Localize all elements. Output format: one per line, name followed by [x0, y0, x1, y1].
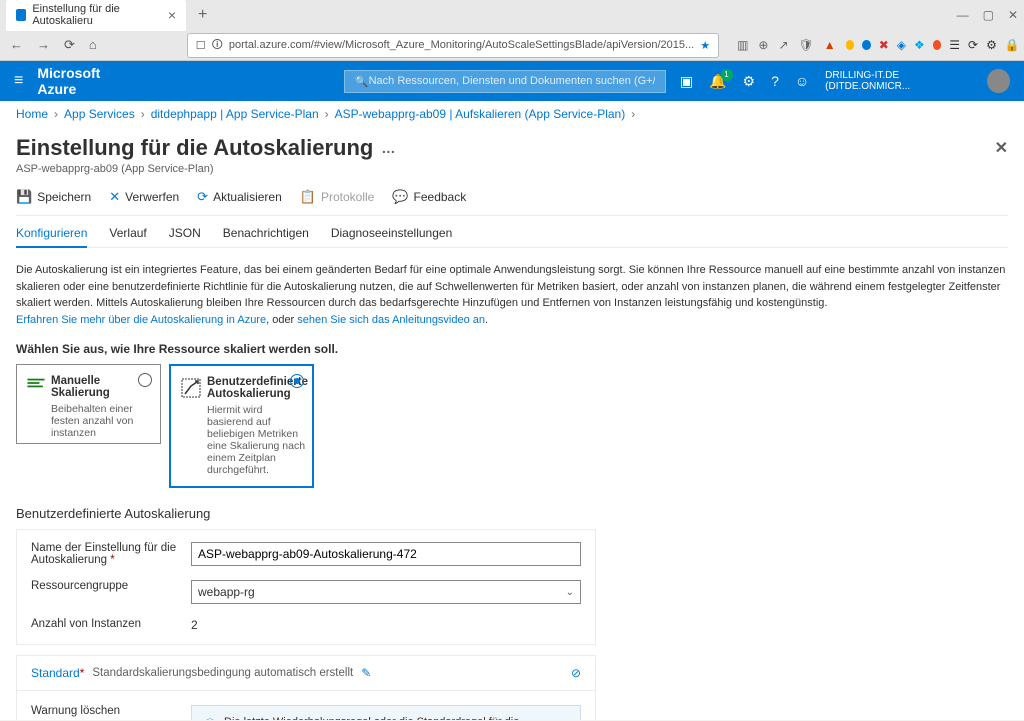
info-icon: ⓘ [204, 716, 216, 720]
choose-label: Wählen Sie aus, wie Ihre Ressource skali… [16, 342, 1008, 356]
info-banner: ⓘ Die letzte Wiederholungsregel oder die… [191, 705, 581, 720]
resource-group-select[interactable]: webapp-rg ⌄ [191, 580, 581, 604]
avatar-icon [987, 69, 1010, 93]
feedback-button[interactable]: 💬Feedback [392, 189, 466, 205]
autoscale-name-input[interactable] [191, 542, 581, 566]
description: Die Autoskalierung ist ein integriertes … [16, 262, 1008, 328]
ext-icon[interactable] [933, 40, 942, 50]
breadcrumb-link[interactable]: Home [16, 107, 48, 121]
logs-button: 📋Protokolle [300, 189, 375, 205]
zoom-icon[interactable]: ⊕ [758, 38, 768, 52]
brand[interactable]: Microsoft Azure [37, 65, 140, 97]
radio-icon [290, 374, 304, 388]
ext-icon[interactable]: ⟳ [968, 38, 978, 52]
radio-icon [138, 373, 152, 387]
address-bar[interactable]: ☐ 🛈 portal.azure.com/#view/Microsoft_Azu… [187, 33, 719, 58]
chevron-down-icon: ⌄ [566, 587, 574, 598]
more-icon[interactable]: … [381, 140, 395, 156]
ext-icon[interactable]: ✖ [879, 38, 889, 52]
tab-notify[interactable]: Benachrichtigen [223, 226, 309, 247]
learn-more-link[interactable]: Erfahren Sie mehr über die Autoskalierun… [16, 314, 266, 326]
ext-icon[interactable]: ❖ [914, 38, 925, 52]
lock-icon[interactable]: 🔒 [1005, 38, 1020, 52]
close-window-icon[interactable]: ✕ [1008, 8, 1018, 22]
close-icon[interactable]: × [168, 7, 176, 23]
max-icon[interactable]: ▢ [983, 8, 994, 22]
save-button[interactable]: 💾Speichern [16, 189, 91, 205]
feedback-icon: 💬 [392, 189, 408, 205]
new-tab-button[interactable]: + [190, 6, 215, 24]
card-title: Manuelle Skalierung [51, 375, 150, 399]
discard-icon: ✕ [109, 189, 120, 205]
logs-icon: 📋 [300, 189, 316, 205]
close-icon[interactable]: ✕ [995, 138, 1008, 158]
settings-icon[interactable]: ⚙ [743, 73, 756, 90]
page-title: Einstellung für die Autoskalierung [16, 135, 373, 161]
ext-icon[interactable]: ⚙ [986, 38, 997, 52]
bars-icon [27, 377, 45, 389]
cloud-shell-icon[interactable]: ▣ [680, 73, 693, 90]
instance-count: 2 [191, 618, 198, 632]
tab-history[interactable]: Verlauf [109, 226, 146, 247]
standard-link[interactable]: Standard* [31, 666, 84, 680]
tab-diagnostics[interactable]: Diagnoseeinstellungen [331, 226, 452, 247]
account-menu[interactable]: DRILLING-IT.DE (DITDE.ONMICR... [825, 69, 1010, 93]
ext-icon[interactable]: ☰ [949, 38, 960, 52]
site-info-icon[interactable]: 🛈 [212, 36, 223, 55]
ext-icon[interactable]: ◈ [897, 38, 906, 52]
menu-icon[interactable]: ≡ [14, 72, 23, 90]
reload-icon[interactable]: ⟳ [64, 37, 75, 53]
shield-icon[interactable]: 🛡 [799, 38, 814, 52]
tab-bar: Konfigurieren Verlauf JSON Benachrichtig… [16, 226, 1008, 248]
home-icon[interactable]: ⌂ [89, 37, 97, 53]
search-icon: 🔍 [355, 75, 369, 88]
manual-scale-card[interactable]: Manuelle Skalierung Beibehalten einer fe… [16, 364, 161, 444]
search-input[interactable]: 🔍 [344, 70, 666, 93]
page-subtitle: ASP-webapprg-ab09 (App Service-Plan) [16, 163, 1008, 175]
bookmark-icon[interactable]: ☐ [196, 39, 206, 52]
disable-icon[interactable]: ⊘ [571, 666, 581, 680]
breadcrumb-link[interactable]: ditdephpapp | App Service-Plan [151, 107, 319, 121]
edit-icon[interactable]: ✎ [361, 666, 371, 680]
star-icon[interactable]: ★ [700, 39, 710, 52]
breadcrumb: Home› App Services› ditdephpapp | App Se… [0, 101, 1024, 127]
feedback-icon[interactable]: ☺ [795, 73, 809, 89]
custom-scale-card[interactable]: Benutzerdefinierte Autoskalierung Hiermi… [169, 364, 314, 488]
tab-json[interactable]: JSON [169, 226, 201, 247]
ext-icon[interactable] [862, 40, 871, 50]
standard-subtitle: Standardskalierungsbedingung automatisch… [92, 667, 353, 679]
breadcrumb-link[interactable]: ASP-webapprg-ab09 | Aufskalieren (App Se… [335, 107, 626, 121]
refresh-icon: ⟳ [197, 189, 208, 205]
chart-arrow-icon [181, 378, 201, 398]
video-link[interactable]: sehen Sie sich das Anleitungsvideo an [297, 314, 485, 326]
help-icon[interactable]: ? [771, 73, 779, 89]
card-desc: Hiermit wird basierend auf beliebigen Me… [207, 404, 308, 476]
notifications-icon[interactable]: 🔔1 [709, 73, 726, 90]
breadcrumb-link[interactable]: App Services [64, 107, 135, 121]
discard-button[interactable]: ✕Verwerfen [109, 189, 179, 205]
ext-icon[interactable] [846, 40, 855, 50]
favicon-icon [16, 9, 26, 21]
rss-icon[interactable]: ▥ [737, 38, 748, 52]
back-icon[interactable]: ← [10, 37, 23, 53]
tab-title: Einstellung für die Autoskalieru [32, 3, 161, 27]
card-desc: Beibehalten einer festen anzahl von inst… [51, 403, 150, 439]
forward-icon[interactable]: → [37, 37, 50, 53]
warning-icon[interactable]: ▲ [824, 38, 836, 52]
save-icon: 💾 [16, 189, 32, 205]
url-text: portal.azure.com/#view/Microsoft_Azure_M… [229, 39, 694, 51]
share-icon[interactable]: ↗ [778, 38, 788, 52]
browser-tab[interactable]: Einstellung für die Autoskalieru × [6, 0, 186, 31]
custom-section-heading: Benutzerdefinierte Autoskalierung [16, 506, 1008, 521]
refresh-button[interactable]: ⟳Aktualisieren [197, 189, 282, 205]
min-icon[interactable]: ― [957, 8, 969, 22]
tab-configure[interactable]: Konfigurieren [16, 226, 87, 248]
